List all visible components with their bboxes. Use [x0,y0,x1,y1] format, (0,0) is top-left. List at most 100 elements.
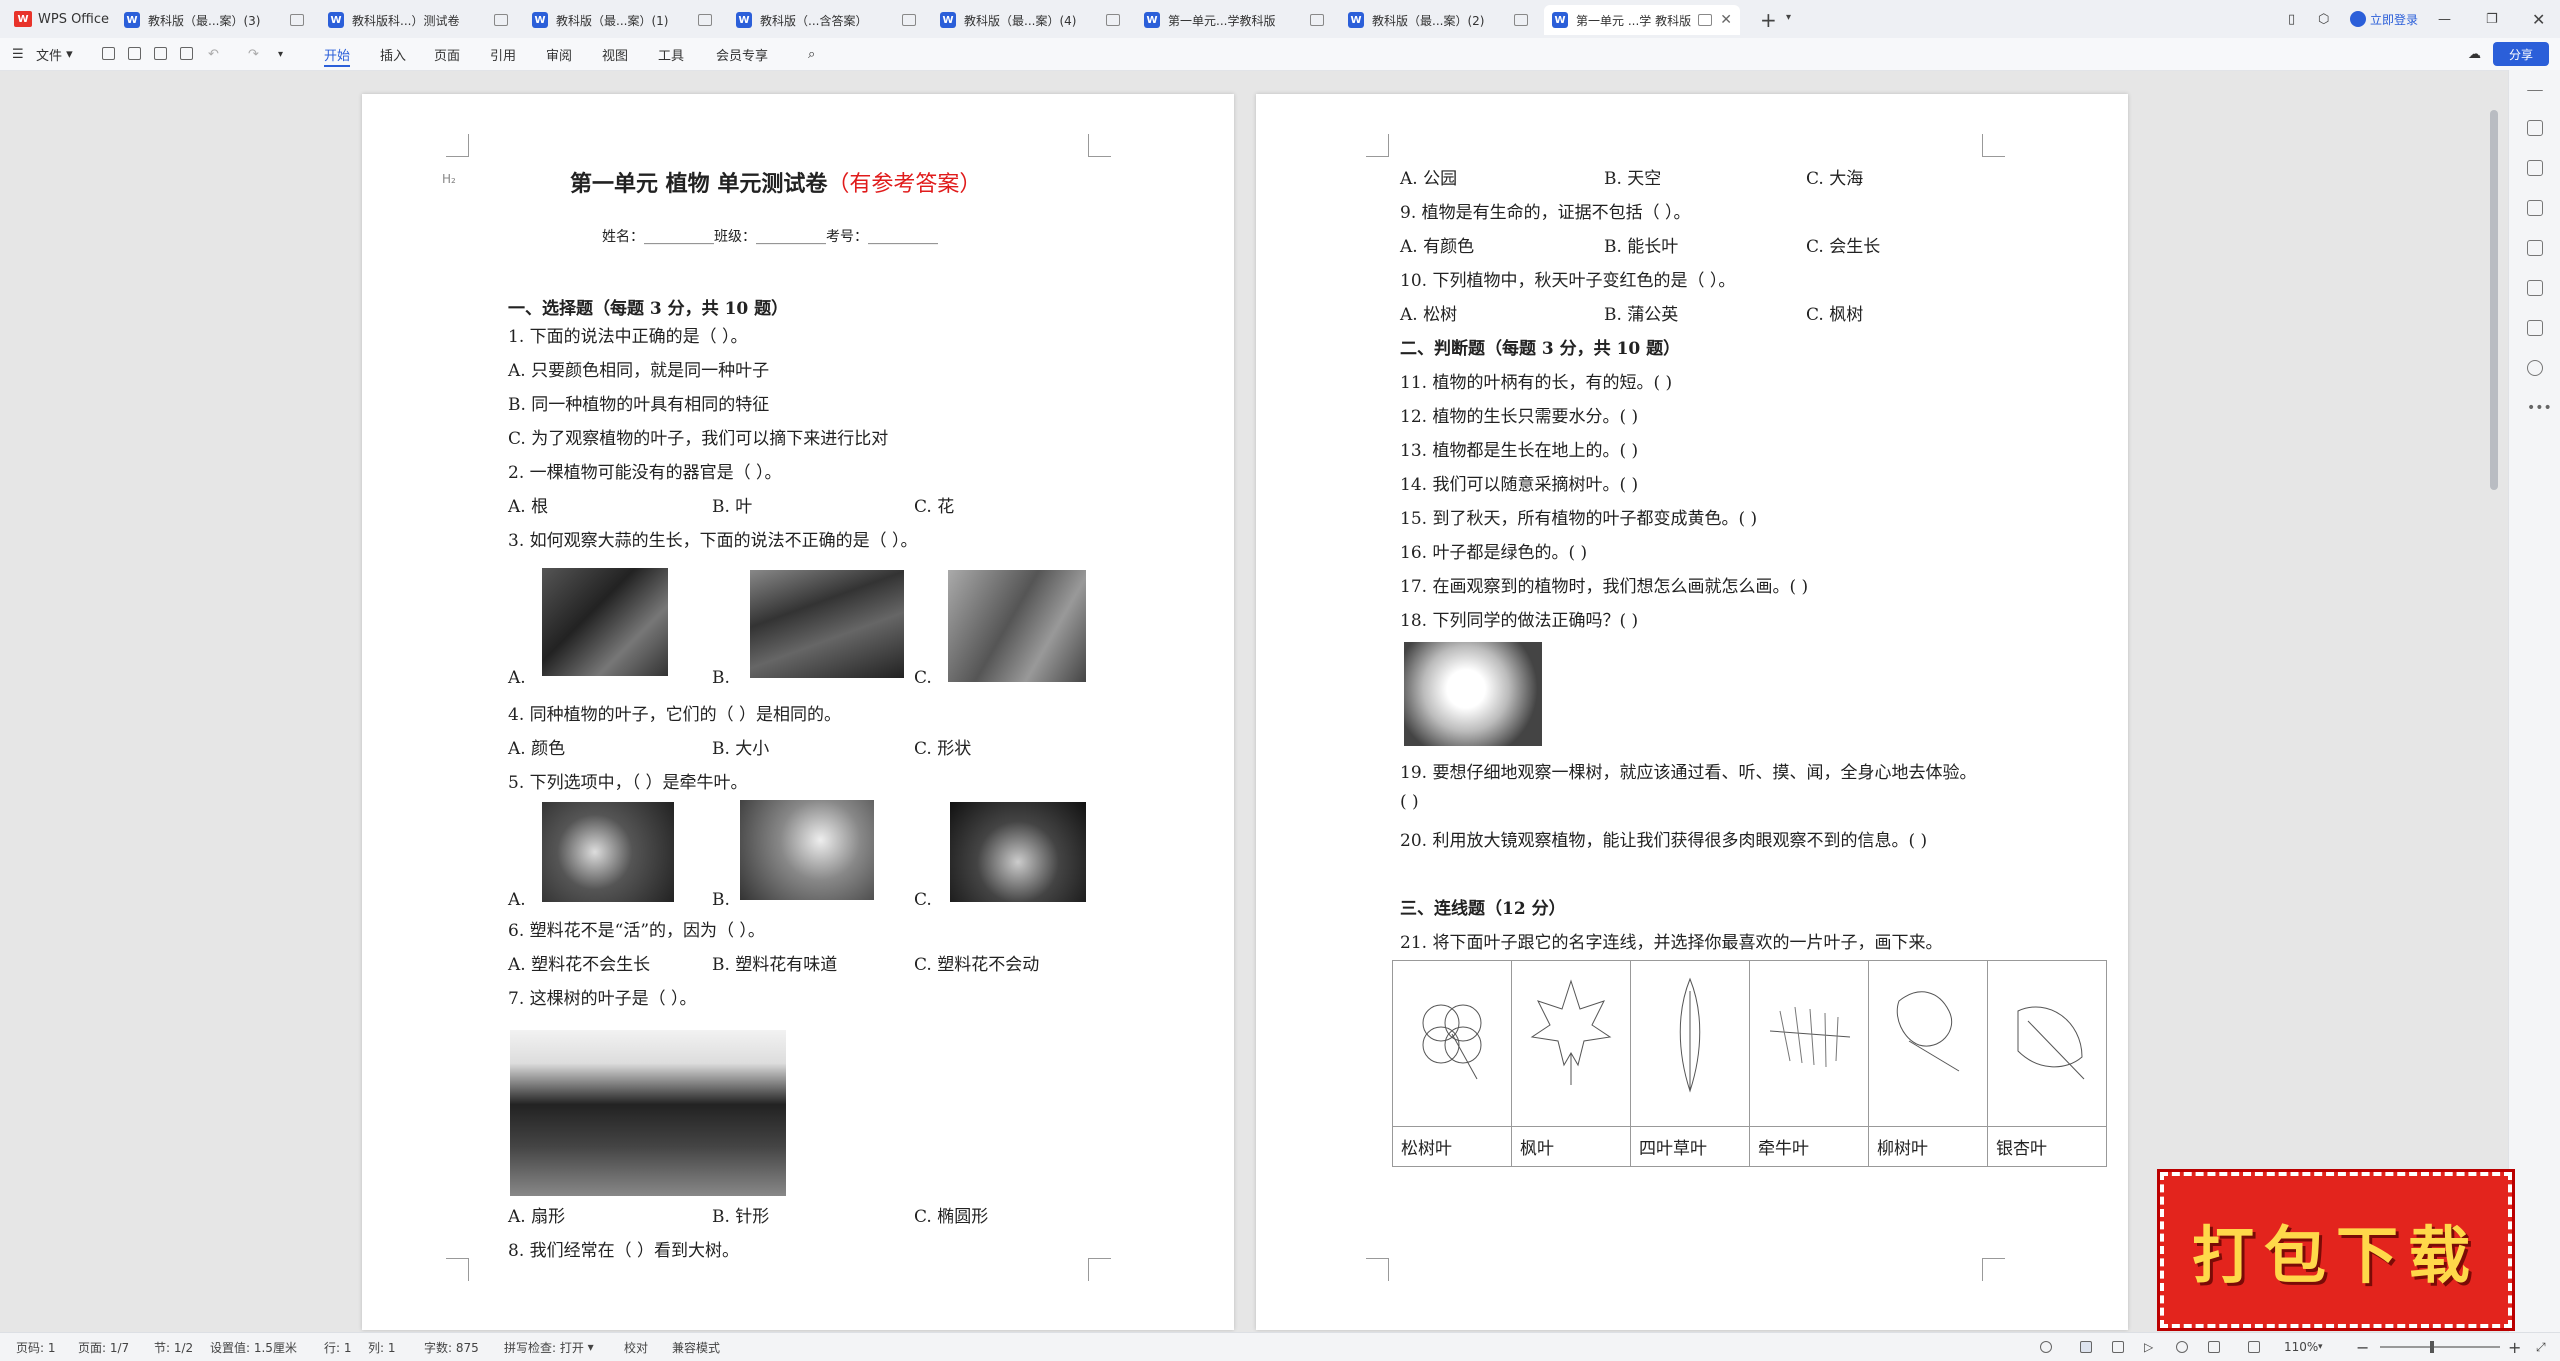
save-icon[interactable] [102,47,115,60]
app-tab[interactable]: W WPS Office [14,0,109,38]
menu-item[interactable]: 插入 [380,38,406,70]
print-icon[interactable] [154,47,167,60]
status-page[interactable]: 页码: 1 [16,1333,56,1361]
more-chevron-icon[interactable]: ▾ [278,38,283,70]
zoom-slider-knob[interactable] [2430,1341,2434,1353]
pen-icon[interactable] [2208,1341,2220,1353]
document-tab[interactable]: W 教科版（最...案）(1) [524,5,720,35]
status-words[interactable]: 字数: 875 [424,1333,479,1361]
document-tab[interactable]: W 教科版（最...案）(4) [932,5,1128,35]
document-tab[interactable]: W 教科版科...）测试卷 [320,5,516,35]
menu-item[interactable]: 工具 [658,38,684,70]
settings-slider-icon[interactable] [2527,200,2543,216]
search-icon[interactable]: ⌕ [808,38,815,70]
section-match-title: 三、连线题（12 分） [1400,899,1566,919]
hamburger-icon[interactable]: ☰ [12,38,24,70]
fit-page-icon[interactable] [2248,1341,2260,1353]
close-window-icon[interactable]: ✕ [2532,0,2545,38]
minimize-icon[interactable]: — [2438,0,2451,38]
app-name: WPS Office [38,11,110,27]
question-line: 21. 将下面叶子跟它的名字连线，并选择你最喜欢的一片叶子，画下来。 [1400,933,1943,953]
zoom-in-icon[interactable]: + [2508,1333,2521,1361]
document-tab[interactable]: W 教科版（最...案）(3) [116,5,312,35]
pine-needle-icon [1769,1006,1851,1068]
print-preview-icon[interactable] [180,47,193,60]
select-cursor-icon[interactable] [2527,160,2543,176]
zoom-chevron-icon[interactable]: ▾ [2318,1333,2323,1361]
option: C. 塑料花不会动 [914,955,1040,975]
page-view-icon[interactable] [2080,1341,2092,1353]
new-tab-plus-icon[interactable]: + [1760,8,1777,32]
garlic-photo-a [542,568,668,676]
undo-icon[interactable]: ↶ [208,38,219,70]
play-icon[interactable]: ▷ [2144,1341,2156,1353]
export-pdf-icon[interactable] [128,47,141,60]
tab-label: 第一单元...学教科版 [1168,13,1276,28]
tab-bar: W WPS Office W 教科版（最...案）(3) W 教科版科...）测试卷 W… [0,0,2560,39]
outline-view-icon[interactable] [2112,1341,2124,1353]
chevron-down-icon[interactable]: ▾ [1786,12,1791,23]
judge-line: 17. 在画观察到的植物时，我们想怎么画就怎么画。( ) [1400,577,1809,597]
leaf-cell [1511,960,1631,1127]
restore-icon[interactable]: ❐ [2486,0,2498,38]
collapse-icon[interactable] [2527,90,2543,92]
document-tab[interactable]: W 教科版（最...案）(2) [1340,5,1536,35]
heading-marker[interactable]: H₂ [442,172,456,186]
option: B. 天空 [1604,169,1662,189]
cube-icon[interactable]: ⬡ [2318,0,2329,38]
redo-icon[interactable]: ↷ [248,38,259,70]
status-setting[interactable]: 设置值: 1.5厘米 [210,1333,297,1361]
login-button[interactable]: 立即登录 [2350,0,2418,38]
book-icon[interactable] [2527,320,2543,336]
zoom-out-icon[interactable]: − [2356,1333,2369,1361]
menu-item[interactable]: 引用 [490,38,516,70]
menu-item[interactable]: 审阅 [546,38,572,70]
crop-mark [1982,1258,2005,1281]
tab-label: 教科版科...）测试卷 [352,13,460,28]
menu-item[interactable]: 会员专享 [716,38,768,70]
file-menu[interactable]: 文件 ▾ [36,38,73,70]
garlic-photo-b [750,570,904,678]
crop-mark [1982,134,2005,157]
document-tab[interactable]: W 教科版（...含答案） [728,5,924,35]
leaf-photo-a [542,802,674,902]
proofread-button[interactable]: 校对 [624,1333,648,1361]
web-view-icon[interactable] [2176,1341,2188,1353]
judge-line: 15. 到了秋天，所有植物的叶子都变成黄色。( ) [1400,509,1758,529]
menu-item[interactable]: 开始 [324,38,351,70]
vertical-scrollbar[interactable] [2490,110,2498,490]
leaf-cell [1987,960,2107,1127]
image-icon[interactable] [2527,240,2543,256]
eye-icon[interactable] [2040,1341,2052,1353]
option: A. 塑料花不会生长 [508,955,651,975]
menu-item[interactable]: 视图 [602,38,628,70]
status-section[interactable]: 节: 1/2 [154,1333,193,1361]
spell-check-toggle[interactable]: 拼写检查: 打开 ▾ [504,1333,594,1361]
question-line: 4. 同种植物的叶子，它们的（ ）是相同的。 [508,705,842,725]
tools-icon[interactable] [2527,280,2543,296]
status-col[interactable]: 列: 1 [368,1333,396,1361]
help-icon[interactable] [2527,360,2543,376]
cloud-icon[interactable]: ☁ [2468,38,2481,70]
document-page-2[interactable]: A. 公园 B. 天空 C. 大海 9. 植物是有生命的，证据不包括（ ）。 A… [1256,94,2128,1330]
question-line: 1. 下面的说法中正确的是（ ）。 [508,327,748,347]
zoom-slider-track[interactable] [2380,1346,2500,1348]
document-page-1[interactable]: H₂ 第一单元 植物 单元测试卷（有参考答案） 姓名：__________班级：… [362,94,1234,1330]
document-tab[interactable]: W 第一单元 ...学 教科版 ✕ [1544,5,1740,35]
spell-check-label: 拼写检查: 打开 [504,1340,584,1355]
download-banner[interactable]: 打包下载 [2157,1169,2515,1331]
tab-label: 教科版（最...案）(2) [1372,13,1485,28]
word-doc-icon: W [736,12,752,28]
question-line: 2. 一棵植物可能没有的器官是（ ）。 [508,463,782,483]
more-icon[interactable]: ••• [2527,400,2552,416]
panel-icon[interactable]: ▯ [2288,0,2295,38]
fullscreen-icon[interactable]: ⤢ [2536,1333,2546,1361]
share-button[interactable]: 分享 [2493,42,2549,66]
status-row[interactable]: 行: 1 [324,1333,352,1361]
edit-pen-icon[interactable] [2527,120,2543,136]
document-tab[interactable]: W 第一单元...学教科版 [1136,5,1332,35]
zoom-level[interactable]: 110% [2284,1333,2318,1361]
status-pages[interactable]: 页面: 1/7 [78,1333,129,1361]
close-tab-icon[interactable]: ✕ [1720,12,1732,28]
menu-item[interactable]: 页面 [434,38,460,70]
